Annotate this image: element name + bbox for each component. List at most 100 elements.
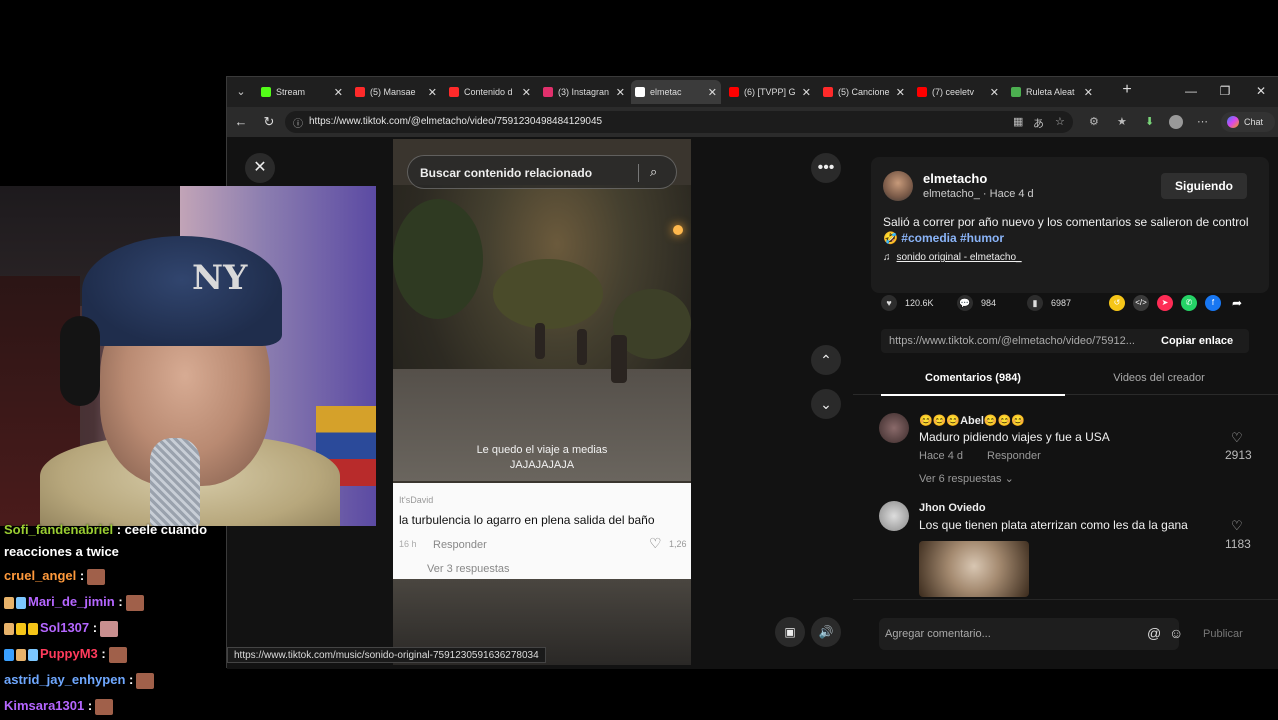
share-arrow-icon[interactable]: ➦ [1229,295,1245,311]
heart-icon[interactable]: ♡ [649,535,662,552]
tab-close-icon[interactable]: ✕ [802,86,811,99]
emoji-icon[interactable]: ☺ [1169,625,1183,641]
heart-icon[interactable]: ♡ [1231,518,1243,534]
video-player[interactable]: Buscar contenido relacionado ⌕ Le quedo … [393,139,691,665]
browser-tab[interactable]: Contenido d ✕ [445,80,535,104]
more-menu-icon[interactable]: ⋯ [1197,115,1208,128]
comment-text: Los que tienen plata aterrizan como les … [919,518,1188,532]
extensions-icon[interactable]: ⚙ [1089,115,1099,128]
favorites-icon[interactable]: ★ [1117,115,1127,128]
browser-tab[interactable]: (5) Mansae ✕ [351,80,441,104]
comments-button[interactable]: 💬 984 [957,295,996,311]
browser-tab[interactable]: (5) Cancione ✕ [819,80,909,104]
mention-icon[interactable]: @ [1147,625,1161,641]
tab-creator-videos[interactable]: Videos del creador [1067,372,1251,384]
video-person [535,323,545,359]
browser-tab[interactable]: (6) [TVPP] G ✕ [725,80,815,104]
chat-message: astrid_jay_enhypen : [4,672,155,689]
whatsapp-icon[interactable]: ✆ [1181,295,1197,311]
tab-close-icon[interactable]: ✕ [1084,86,1093,99]
restore-icon[interactable]: ❐ [1217,84,1233,98]
sound-link[interactable]: ♫ sonido original - elmetacho_ [883,252,1022,263]
share-link-text[interactable]: https://www.tiktok.com/@elmetacho/video/… [889,335,1151,347]
author-handle-date: elmetacho_ · Hace 4 d [923,188,1034,200]
downloads-icon[interactable]: ⬇ [1145,115,1154,128]
overlay-reply-link[interactable]: Responder [433,539,487,551]
browser-tab[interactable]: (7) ceeletv ✕ [913,80,1003,104]
view-replies-link[interactable]: Ver 6 respuestas ⌄ [919,472,1014,485]
new-tab-icon[interactable]: + [1119,81,1135,99]
tab-title: Stream [276,87,306,97]
tab-comments[interactable]: Comentarios (984) [881,372,1065,396]
embed-icon[interactable]: </> [1133,295,1149,311]
hashtag-link[interactable]: #comedia [901,231,956,245]
caption-line-1: Le quedo el viaje a medias [476,444,608,456]
browser-tab[interactable]: Stream ✕ [257,80,347,104]
minimize-icon[interactable]: — [1183,84,1199,98]
translate-icon[interactable]: あ [1033,115,1044,131]
chat-text-continued: reacciones a twice [4,544,119,559]
close-video-button[interactable]: ✕ [245,153,275,183]
tab-close-icon[interactable]: ✕ [428,86,437,99]
comment-author[interactable]: 😊😊😊Abel😊😊😊 [919,414,1025,427]
tab-close-icon[interactable]: ✕ [990,86,999,99]
badge-icon [28,648,38,661]
tab-title: (7) ceeletv [932,87,975,97]
site-info-icon[interactable]: ⓘ [293,115,303,130]
chat-message: Sofi_fandenabriel : ceele cuando [4,522,208,537]
following-button[interactable]: Siguiendo [1161,173,1247,199]
tab-favicon-icon [1011,87,1021,97]
author-avatar[interactable] [883,171,913,201]
copy-link-button[interactable]: Copiar enlace [1161,335,1233,347]
comment-avatar[interactable] [879,413,909,443]
overlay-view-replies[interactable]: Ver 3 respuestas [427,563,510,575]
tab-list-chevron-icon[interactable]: ⌄ [233,84,249,100]
comment-composer: Agregar comentario... @ ☺ Publicar [853,599,1278,669]
tab-close-icon[interactable]: ✕ [522,86,531,99]
volume-icon[interactable]: 🔊 [811,617,841,647]
overlay-comment-user: It'sDavid [399,495,434,505]
tab-close-icon[interactable]: ✕ [896,86,905,99]
tab-close-icon[interactable]: ✕ [334,86,343,99]
next-video-icon[interactable]: ⌄ [811,389,841,419]
tab-favicon-icon [355,87,365,97]
comment-author[interactable]: Jhon Oviedo [919,502,986,514]
comment-avatar[interactable] [879,501,909,531]
browser-tab[interactable]: elmetac ✕ [631,80,721,104]
app-available-icon[interactable]: ▦ [1013,115,1023,128]
previous-video-icon[interactable]: ⌃ [811,345,841,375]
save-button[interactable]: ▮ 6987 [1027,295,1071,311]
tab-favicon-icon [823,87,833,97]
repost-icon[interactable]: ↺ [1109,295,1125,311]
publish-button[interactable]: Publicar [1203,628,1243,640]
badge-icon [28,622,38,635]
reload-icon[interactable]: ↻ [261,114,277,130]
heart-icon[interactable]: ♡ [1231,430,1243,446]
browser-tab[interactable]: Ruleta Aleat ✕ [1007,80,1097,104]
comment-text: Maduro pidiendo viajes y fue a USA [919,430,1110,444]
chat-username: Sofi_fandenabriel [4,522,114,537]
back-icon[interactable]: ← [233,114,249,129]
favorite-star-icon[interactable]: ☆ [1055,115,1065,128]
comment-image[interactable] [919,541,1029,597]
send-icon[interactable]: ➤ [1157,295,1173,311]
close-window-icon[interactable]: ✕ [1253,84,1269,98]
author-name[interactable]: elmetacho [923,171,987,186]
related-search-input[interactable]: Buscar contenido relacionado ⌕ [407,155,677,189]
hashtag-link[interactable]: #humor [960,231,1004,245]
tab-close-icon[interactable]: ✕ [616,86,625,99]
facebook-icon[interactable]: f [1205,295,1221,311]
search-icon[interactable]: ⌕ [650,164,657,180]
like-button[interactable]: ♥ 120.6K [881,295,934,311]
url-field[interactable]: ⓘ https://www.tiktok.com/@elmetacho/vide… [285,111,1073,133]
tab-close-icon[interactable]: ✕ [708,86,717,99]
music-note-icon: ♫ [883,252,891,263]
copilot-chat-button[interactable]: Chat [1221,112,1275,132]
floating-player-icon[interactable]: ▣ [775,617,805,647]
comment-input[interactable]: Agregar comentario... @ ☺ [879,618,1183,650]
browser-tab[interactable]: (3) Instagran ✕ [539,80,629,104]
more-options-icon[interactable]: ••• [811,153,841,183]
comment-reply-link[interactable]: Responder [987,450,1041,462]
chat-message: Kimsara1301 : [4,698,114,715]
profile-avatar[interactable] [1169,115,1183,129]
